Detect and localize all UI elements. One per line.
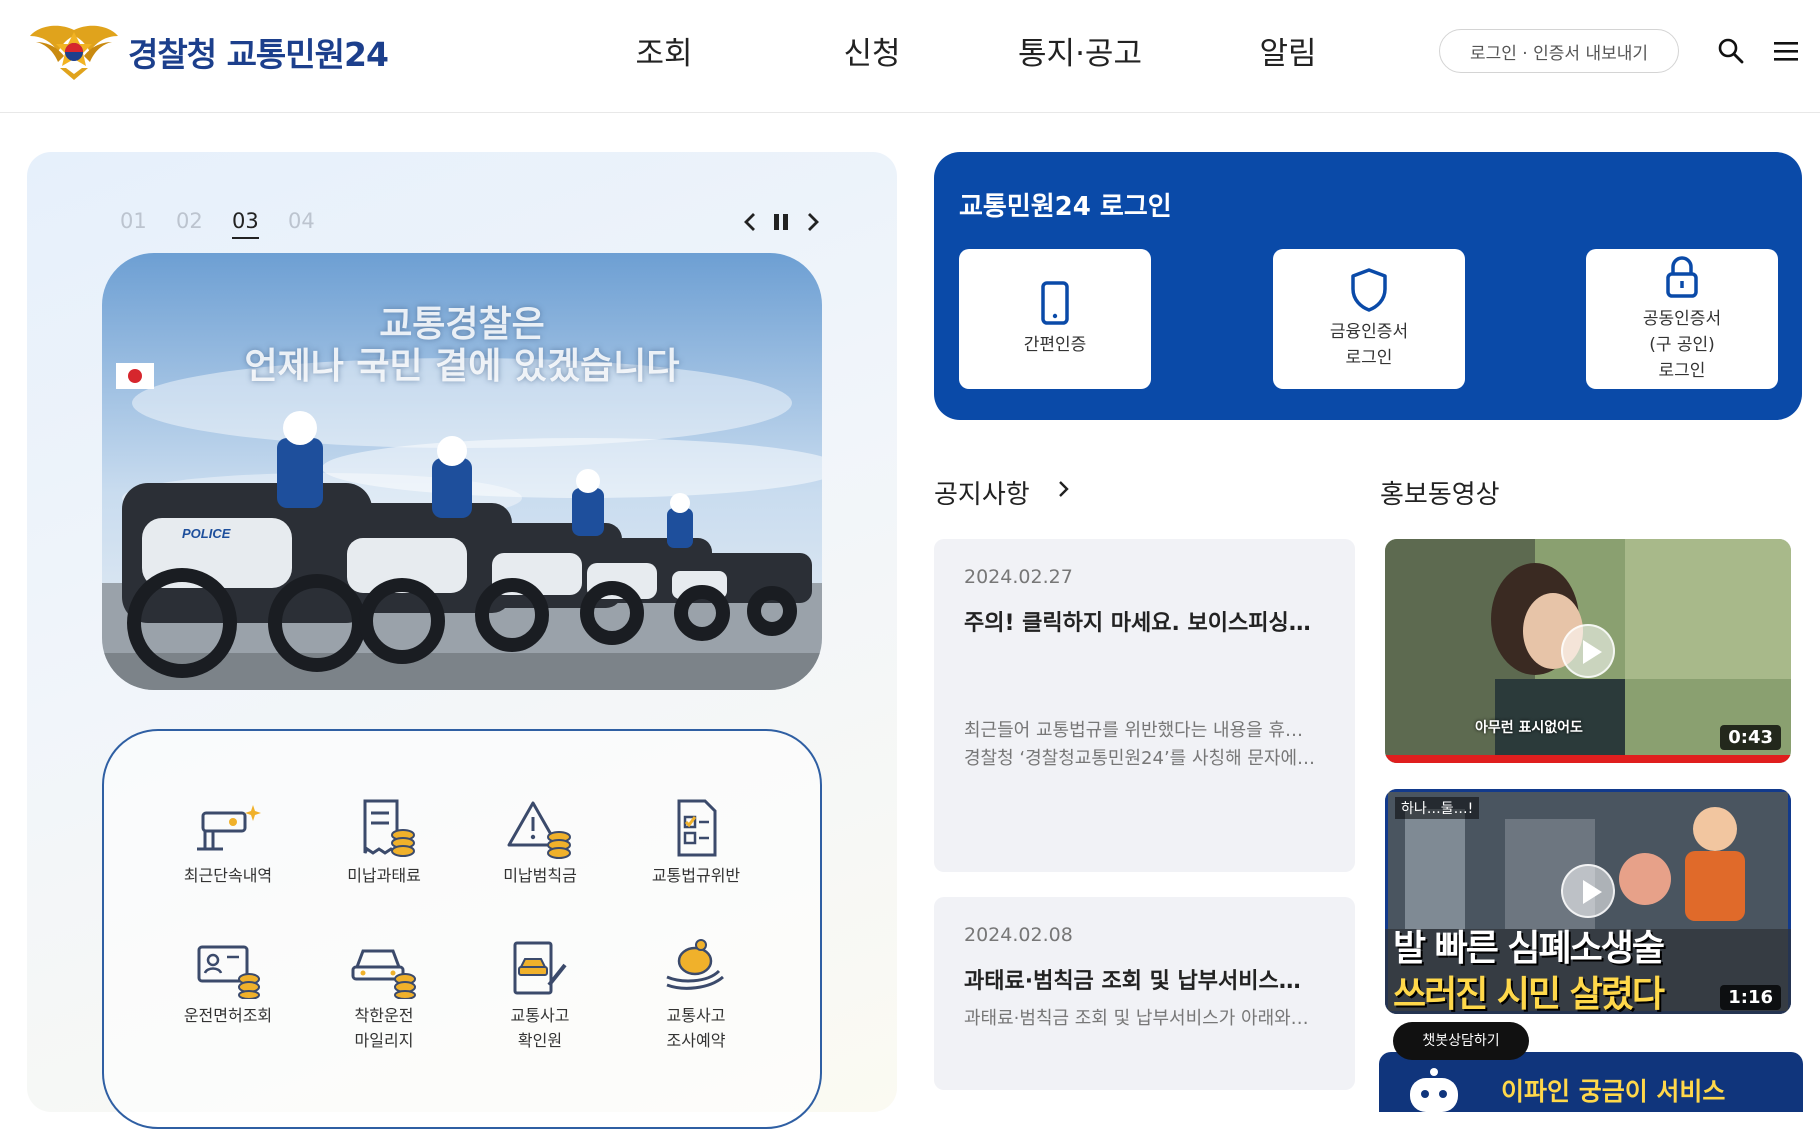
- notice-body: 최근들어 교통법규를 위반했다는 내용을 휴… 경찰청 ‘경찰청교통민원24’를…: [964, 717, 1324, 773]
- slide-pause-icon[interactable]: [769, 210, 793, 234]
- nav-inquiry[interactable]: 조회: [560, 28, 768, 73]
- play-icon[interactable]: [1561, 624, 1615, 678]
- quick-label: 미납과태료: [347, 866, 421, 885]
- piggy-hand-icon: [666, 939, 724, 990]
- login-option-label: 금융인증서 로그인: [1329, 322, 1409, 368]
- site-title: 경찰청 교통민원24: [128, 35, 389, 74]
- chatbot-bubble[interactable]: 챗봇상담하기: [1393, 1022, 1529, 1060]
- video-card-2[interactable]: 하나…둘…! 발 빠른 심폐소생술 쓰러진 시민 살렸다 1:16: [1385, 789, 1791, 1014]
- police-emblem-icon: [30, 25, 118, 80]
- quick-safe-driving-mileage[interactable]: 착한운전 마일리지: [314, 937, 454, 1053]
- simple-auth-button[interactable]: 간편인증: [959, 249, 1151, 389]
- video-duration: 0:43: [1720, 725, 1781, 750]
- nav-alert[interactable]: 알림: [1184, 28, 1392, 73]
- login-option-label: 공동인증서 (구 공인) 로그인: [1642, 309, 1722, 381]
- quick-recent-violations[interactable]: 최근단속내역: [158, 797, 298, 888]
- nav-notice[interactable]: 통지·공고: [976, 28, 1184, 73]
- quick-menu: 최근단속내역 미납과태료 미납범칙금 교통법규위반 운전면허조회 착한운전 마일…: [102, 729, 822, 1129]
- quick-unpaid-penalty[interactable]: 미납범칙금: [470, 797, 610, 888]
- cctv-icon: [197, 805, 261, 851]
- video-caption-line-1: 발 빠른 심폐소생술: [1393, 928, 1665, 969]
- quick-label: 교통사고 확인원: [510, 1006, 570, 1050]
- login-export-button[interactable]: 로그인 · 인증서 내보내기: [1439, 29, 1679, 73]
- robot-icon: [1410, 1068, 1458, 1112]
- quick-traffic-violation[interactable]: 교통법규위반: [626, 797, 766, 888]
- police-bike-label: POLICE: [182, 526, 231, 541]
- slide-next-icon[interactable]: [800, 210, 824, 234]
- site-logo[interactable]: 경찰청 교통민원24: [28, 22, 389, 82]
- receipt-coins-icon: [363, 799, 415, 857]
- notice-body-line: 경찰청 ‘경찰청교통민원24’를 사칭해 문자에…: [964, 748, 1316, 769]
- slide-number-3-label: 03: [232, 209, 259, 239]
- id-card-icon: [197, 945, 260, 999]
- quick-label: 운전면허조회: [183, 1006, 273, 1025]
- notice-section-title[interactable]: 공지사항: [934, 474, 1030, 511]
- phone-icon: [1041, 281, 1069, 325]
- quick-label: 최근단속내역: [183, 866, 273, 885]
- login-option-label: 간편인증: [1023, 335, 1087, 355]
- video-section-title: 홍보동영상: [1380, 480, 1500, 510]
- quick-label: 교통법규위반: [651, 866, 741, 885]
- login-box: 교통민원24 로그인 간편인증 금융인증서 로그인 공동인증서 (구 공인) 로…: [934, 152, 1802, 420]
- slide-pagination: 01 02 03 04: [120, 209, 344, 239]
- quick-accident-certificate[interactable]: 교통사고 확인원: [470, 937, 610, 1053]
- slide-number-2[interactable]: 02: [176, 209, 232, 233]
- notice-body: 과태료·범칙금 조회 및 납부서비스가 아래와…: [964, 1005, 1324, 1033]
- slide-number-4[interactable]: 04: [288, 209, 344, 233]
- notice-date: 2024.02.27: [964, 566, 1073, 588]
- slide-number-1[interactable]: 01: [120, 209, 176, 233]
- hero-line-2: 언제나 국민 곁에 있겠습니다: [244, 346, 680, 387]
- lock-icon: [1666, 256, 1698, 298]
- efine-service-banner[interactable]: 이파인 궁금이 서비스: [1379, 1052, 1803, 1112]
- hero-banner[interactable]: POLICE 교통경찰은 언제나 국민 곁에 있겠습니다: [102, 253, 822, 690]
- warning-coins-icon: [507, 801, 571, 859]
- nav-apply[interactable]: 신청: [768, 28, 976, 73]
- notice-title: 주의! 클릭하지 마세요. 보이스피싱…: [964, 611, 1311, 636]
- quick-unpaid-fines[interactable]: 미납과태료: [314, 797, 454, 888]
- chevron-right-icon[interactable]: [1052, 478, 1074, 500]
- joint-cert-login-button[interactable]: 공동인증서 (구 공인) 로그인: [1586, 249, 1778, 389]
- main-nav: 조회 신청 통지·공고 알림: [560, 28, 1392, 73]
- notice-card-1[interactable]: 2024.02.27 주의! 클릭하지 마세요. 보이스피싱… 최근들어 교통법…: [934, 539, 1355, 872]
- slide-prev-icon[interactable]: [739, 210, 763, 234]
- quick-label: 미납범칙금: [503, 866, 577, 885]
- quick-license-inquiry[interactable]: 운전면허조회: [158, 937, 298, 1028]
- video-caption: 아무런 표시없어도: [1475, 720, 1583, 736]
- financial-cert-login-button[interactable]: 금융인증서 로그인: [1273, 249, 1465, 389]
- video-duration: 1:16: [1720, 985, 1781, 1010]
- quick-label: 교통사고 조사예약: [666, 1006, 726, 1050]
- video-card-1[interactable]: 아무런 표시없어도 0:43: [1385, 539, 1791, 763]
- shield-icon: [1351, 268, 1387, 312]
- notice-body-line: 과태료·범칙금 조회 및 납부서비스가 아래와…: [964, 1008, 1309, 1029]
- play-icon[interactable]: [1561, 864, 1615, 918]
- search-icon[interactable]: [1716, 36, 1746, 66]
- video-tag: 하나…둘…!: [1395, 797, 1480, 819]
- hamburger-menu-icon[interactable]: [1772, 38, 1800, 64]
- accident-doc-icon: [513, 941, 567, 995]
- site-header: 경찰청 교통민원24 조회 신청 통지·공고 알림 로그인 · 인증서 내보내기: [0, 0, 1820, 113]
- checklist-icon: [677, 799, 717, 857]
- car-coins-icon: [351, 949, 416, 999]
- quick-accident-reservation[interactable]: 교통사고 조사예약: [626, 937, 766, 1053]
- notice-date: 2024.02.08: [964, 924, 1073, 946]
- slide-number-3[interactable]: 03: [232, 209, 288, 239]
- notice-body-line: 최근들어 교통법규를 위반했다는 내용을 휴…: [964, 720, 1303, 741]
- notice-title: 과태료·범칙금 조회 및 납부서비스…: [964, 969, 1301, 994]
- quick-label: 착한운전 마일리지: [354, 1006, 414, 1050]
- video-caption-line-2: 쓰러진 시민 살렸다: [1393, 974, 1665, 1014]
- notice-card-2[interactable]: 2024.02.08 과태료·범칙금 조회 및 납부서비스… 과태료·범칙금 조…: [934, 897, 1355, 1090]
- login-title: 교통민원24 로그인: [959, 192, 1172, 222]
- banner-title: 이파인 궁금이 서비스: [1501, 1077, 1726, 1106]
